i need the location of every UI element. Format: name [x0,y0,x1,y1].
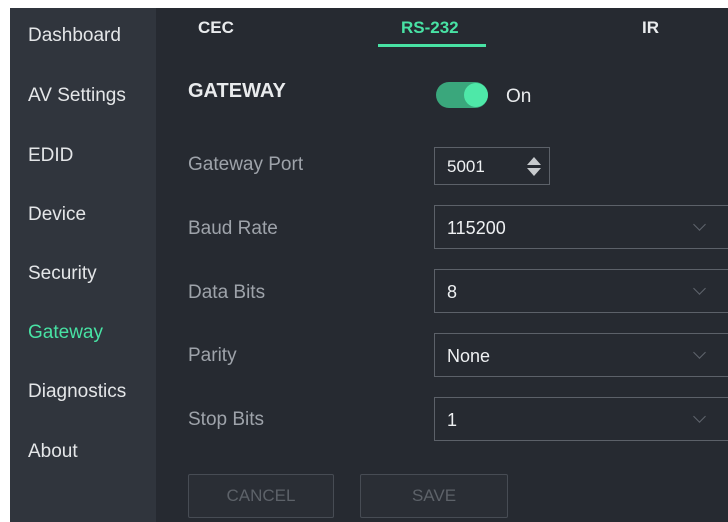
tab-ir[interactable]: IR [642,18,659,38]
data-bits-select[interactable]: 8 [434,269,728,313]
active-tab-indicator [378,44,486,47]
data-bits-label: Data Bits [188,282,266,303]
gateway-port-stepper[interactable]: 5001 [434,147,550,185]
section-title: GATEWAY [188,80,286,102]
tab-cec[interactable]: CEC [198,18,234,38]
cancel-button[interactable]: CANCEL [188,474,334,518]
gateway-port-value: 5001 [447,157,485,176]
app-frame: Dashboard AV Settings EDID Device Securi… [10,8,728,522]
baud-rate-select[interactable]: 115200 [434,205,728,249]
sidebar-item-av-settings[interactable]: AV Settings [28,85,126,107]
sidebar-item-security[interactable]: Security [28,263,97,285]
tab-bar: CEC RS-232 IR [156,8,728,48]
chevron-down-icon [693,346,706,359]
stop-bits-value: 1 [447,410,458,430]
gateway-port-label: Gateway Port [188,154,304,175]
toggle-knob [464,83,488,107]
increment-arrow-icon[interactable] [527,157,541,165]
stop-bits-label: Stop Bits [188,409,265,430]
chevron-down-icon [693,218,706,231]
sidebar-item-diagnostics[interactable]: Diagnostics [28,381,126,403]
baud-rate-label: Baud Rate [188,218,278,239]
chevron-down-icon [693,410,706,423]
sidebar-item-edid[interactable]: EDID [28,145,73,167]
sidebar-item-device[interactable]: Device [28,204,86,226]
toggle-state-label: On [506,86,532,107]
parity-select[interactable]: None [434,333,728,377]
sidebar-item-dashboard[interactable]: Dashboard [28,25,121,47]
chevron-down-icon [693,282,706,295]
sidebar-item-about[interactable]: About [28,441,78,463]
sidebar: Dashboard AV Settings EDID Device Securi… [10,8,156,522]
parity-value: None [447,346,491,366]
save-button[interactable]: SAVE [360,474,508,518]
gateway-toggle[interactable] [436,82,488,108]
tab-rs-232[interactable]: RS-232 [401,18,459,38]
stop-bits-select[interactable]: 1 [434,397,728,441]
sidebar-item-gateway[interactable]: Gateway [28,322,103,344]
gateway-panel: GATEWAY On Gateway Port 5001 Baud Rate 1… [156,48,728,522]
parity-label: Parity [188,345,237,366]
baud-rate-value: 115200 [447,218,506,238]
decrement-arrow-icon[interactable] [527,168,541,176]
data-bits-value: 8 [447,282,458,302]
